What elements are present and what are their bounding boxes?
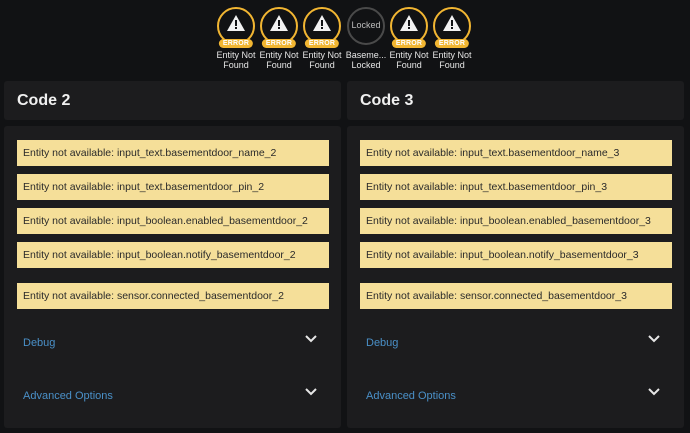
badge-label: Entity Not Found bbox=[432, 50, 472, 70]
entity-warning: Entity not available: sensor.connected_b… bbox=[17, 283, 329, 309]
chevron-down-icon bbox=[305, 335, 317, 343]
warning-triangle-icon bbox=[227, 15, 245, 31]
error-tag: ERROR bbox=[391, 39, 427, 48]
lock-state: Locked bbox=[351, 20, 381, 30]
error-tag: ERROR bbox=[261, 39, 297, 48]
warning-triangle-icon bbox=[400, 15, 418, 31]
badge-entity-not-found[interactable]: ERROR Entity Not Found bbox=[259, 7, 299, 70]
card-body-code-2: Entity not available: input_text.basemen… bbox=[4, 126, 341, 428]
chevron-down-icon bbox=[305, 388, 317, 396]
badge-entity-not-found[interactable]: ERROR Entity Not Found bbox=[302, 7, 342, 70]
badge-circle: ERROR bbox=[433, 7, 471, 48]
entity-warning: Entity not available: input_boolean.enab… bbox=[17, 208, 329, 234]
debug-label: Debug bbox=[366, 337, 399, 349]
error-tag: ERROR bbox=[434, 39, 470, 48]
advanced-options-expander[interactable]: Advanced Options bbox=[4, 376, 341, 416]
warning-triangle-icon bbox=[270, 15, 288, 31]
badge-circle: ERROR bbox=[303, 7, 341, 48]
entity-warning: Entity not available: input_boolean.noti… bbox=[360, 242, 672, 268]
badge-circle: ERROR bbox=[217, 7, 255, 48]
card-title: Code 3 bbox=[360, 92, 414, 109]
badge-basement-lock[interactable]: Locked Baseme... Locked bbox=[346, 7, 386, 70]
advanced-options-label: Advanced Options bbox=[23, 390, 113, 402]
badge-entity-not-found[interactable]: ERROR Entity Not Found bbox=[389, 7, 429, 70]
chevron-down-icon bbox=[648, 388, 660, 396]
debug-expander[interactable]: Debug bbox=[347, 321, 684, 361]
error-tag: ERROR bbox=[218, 39, 254, 48]
badge-circle: Locked bbox=[347, 7, 385, 45]
badge-entity-not-found[interactable]: ERROR Entity Not Found bbox=[432, 7, 472, 70]
badge-circle: ERROR bbox=[260, 7, 298, 48]
card-header-code-2: Code 2 bbox=[4, 81, 341, 120]
card-header-code-3: Code 3 bbox=[347, 81, 684, 120]
entity-warning: Entity not available: sensor.connected_b… bbox=[360, 283, 672, 309]
entity-warning: Entity not available: input_boolean.noti… bbox=[17, 242, 329, 268]
advanced-options-label: Advanced Options bbox=[366, 390, 456, 402]
badge-entity-not-found[interactable]: ERROR Entity Not Found bbox=[216, 7, 256, 70]
entity-warning: Entity not available: input_text.basemen… bbox=[17, 140, 329, 166]
chevron-down-icon bbox=[648, 335, 660, 343]
warning-triangle-icon bbox=[443, 15, 461, 31]
warning-triangle-icon bbox=[313, 15, 331, 31]
card-body-code-3: Entity not available: input_text.basemen… bbox=[347, 126, 684, 428]
advanced-options-expander[interactable]: Advanced Options bbox=[347, 376, 684, 416]
entity-warning: Entity not available: input_boolean.enab… bbox=[360, 208, 672, 234]
entity-warning: Entity not available: input_text.basemen… bbox=[17, 174, 329, 200]
debug-expander[interactable]: Debug bbox=[4, 321, 341, 361]
entity-warning: Entity not available: input_text.basemen… bbox=[360, 174, 672, 200]
card-title: Code 2 bbox=[17, 92, 71, 109]
error-tag: ERROR bbox=[304, 39, 340, 48]
badge-circle: ERROR bbox=[390, 7, 428, 48]
badge-row: ERROR Entity Not Found ERROR Entity Not … bbox=[0, 0, 690, 78]
entity-warning: Entity not available: input_text.basemen… bbox=[360, 140, 672, 166]
debug-label: Debug bbox=[23, 337, 56, 349]
